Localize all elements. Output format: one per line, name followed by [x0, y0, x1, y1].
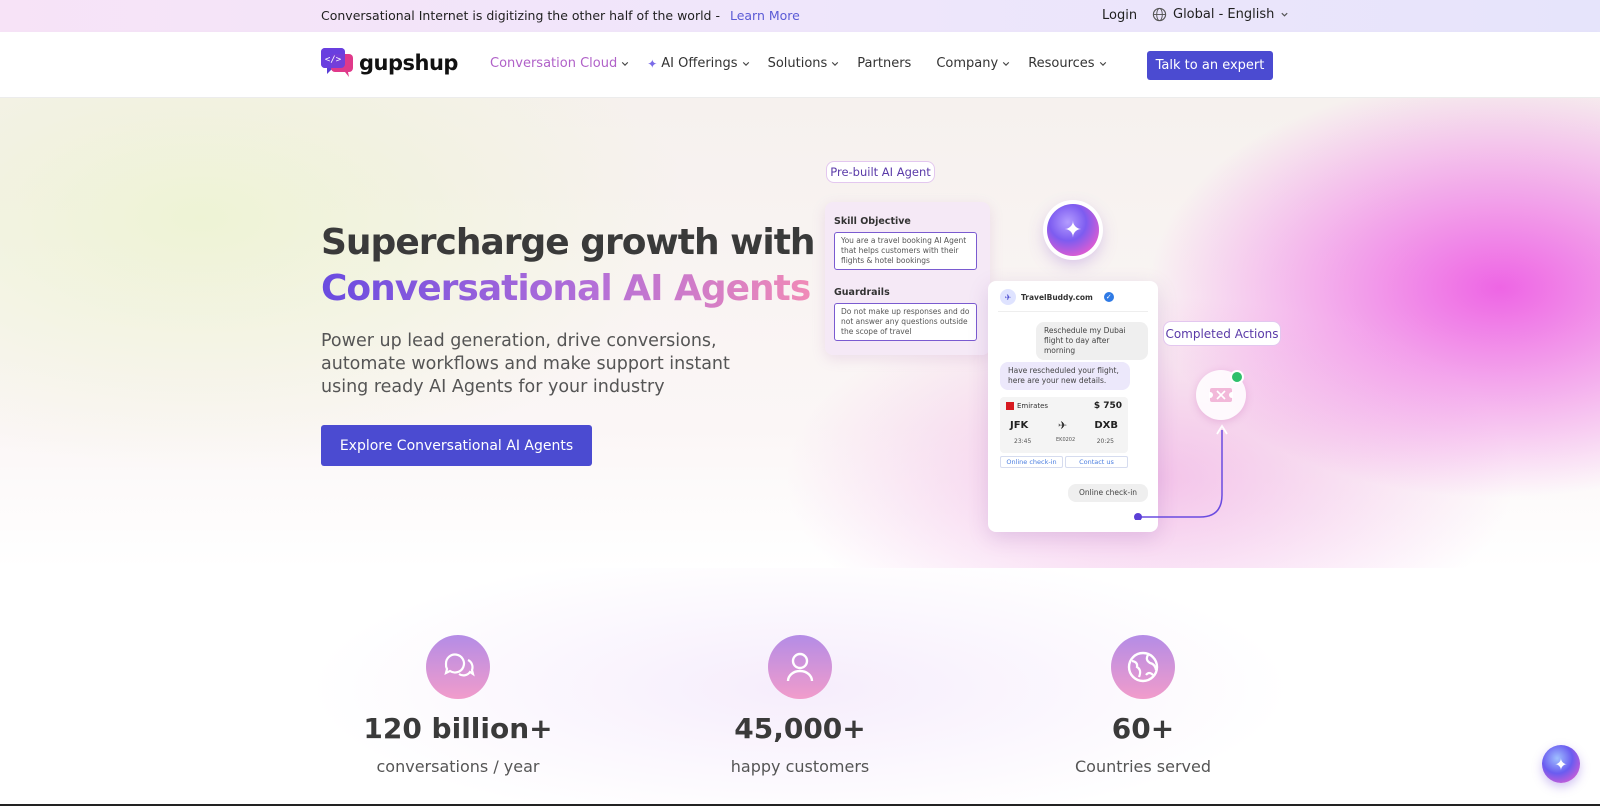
flight-code: EK0202 — [1056, 437, 1076, 443]
airline: Emirates — [1006, 402, 1048, 410]
logo-mark-icon: </> — [321, 48, 353, 77]
hero-title-line1: Supercharge growth with — [321, 222, 816, 263]
hero-subtitle: Power up lead generation, drive conversi… — [321, 331, 730, 397]
sparkle-icon: ✦ — [647, 56, 658, 71]
ticket-icon — [1209, 388, 1233, 402]
chevron-down-icon — [832, 61, 839, 66]
chevron-down-icon — [1099, 61, 1106, 66]
learn-more-link[interactable]: Learn More — [730, 8, 800, 23]
prebuilt-agent-tag: Pre-built AI Agent — [826, 161, 935, 183]
hero-section — [0, 98, 1600, 568]
nav-item-label: Solutions — [767, 56, 828, 71]
flight-card: Emirates $ 750 JFK ✈ DXB 23:45 EK0202 20… — [1000, 397, 1128, 453]
nav-item-label: Conversation Cloud — [490, 56, 618, 71]
bot-message: Have rescheduled your flight, here are y… — [1000, 362, 1130, 390]
action-connector — [1134, 424, 1228, 520]
chevron-down-icon — [742, 61, 749, 66]
ticket-completed-icon — [1196, 370, 1246, 420]
travelbuddy-avatar: ✈ — [1000, 289, 1016, 305]
brand-name: gupshup — [359, 51, 458, 75]
announcement-bar: Conversational Internet is digitizing th… — [0, 0, 1600, 32]
sparkle-icon: ✦ — [1554, 754, 1568, 774]
arrival-time: 20:25 — [1096, 438, 1114, 445]
ai-sparkle-orb-icon: ✦ — [1047, 204, 1099, 256]
globe-icon — [1111, 635, 1175, 699]
skill-objective-label: Skill Objective — [834, 216, 911, 227]
chat-divider — [998, 311, 1148, 312]
airline-name: Emirates — [1017, 402, 1049, 410]
gupshup-logo[interactable]: </> gupshup — [321, 48, 458, 78]
chat-header: ✈ TravelBuddy.com ✓ — [1000, 289, 1114, 305]
stat-label: happy customers — [730, 757, 870, 776]
nav-item-label: Resources — [1028, 56, 1095, 71]
user-message: Reschedule my Dubai flight to day after … — [1036, 322, 1148, 360]
guardrails-label: Guardrails — [834, 287, 890, 298]
chevron-down-icon — [622, 61, 629, 66]
nav-item-ai-offerings[interactable]: ✦ AI Offerings — [647, 56, 749, 71]
origin-code: JFK — [1010, 420, 1029, 431]
svg-text:</>: </> — [325, 55, 342, 65]
main-navigation: </> gupshup Conversation Cloud ✦ AI Offe… — [0, 32, 1600, 98]
nav-item-label: AI Offerings — [661, 56, 738, 71]
announcement-message: Conversational Internet is digitizing th… — [321, 8, 720, 23]
language-selector[interactable]: Global - English — [1152, 7, 1289, 22]
flight-price: $ 750 — [1093, 401, 1122, 411]
verified-badge-icon: ✓ — [1103, 292, 1114, 302]
check-badge-icon — [1230, 370, 1244, 384]
stat-value: 60+ — [1111, 712, 1175, 745]
chevron-down-icon — [1002, 61, 1010, 66]
globe-icon — [1152, 7, 1167, 22]
nav-item-conversation-cloud[interactable]: Conversation Cloud — [490, 56, 629, 71]
stat-value: 45,000+ — [734, 712, 866, 745]
stat-conversations: 120 billion+ conversations / year — [328, 635, 588, 776]
stat-label: conversations / year — [376, 757, 540, 776]
departure-time: 23:45 — [1014, 438, 1032, 445]
nav-item-label: Company — [936, 56, 999, 71]
login-link[interactable]: Login — [1102, 8, 1137, 23]
destination-code: DXB — [1094, 420, 1118, 431]
stat-customers: 45,000+ happy customers — [670, 635, 930, 776]
stat-value: 120 billion+ — [363, 712, 553, 745]
skill-objective-text: You are a travel booking AI Agent that h… — [834, 232, 977, 270]
plane-icon: ✈ — [1058, 419, 1068, 432]
stat-countries: 60+ Countries served — [1013, 635, 1273, 776]
online-checkin-link: Online check-in — [1000, 456, 1063, 468]
completed-actions-tag: Completed Actions — [1163, 321, 1281, 346]
nav-item-company[interactable]: Company — [936, 56, 1010, 71]
announcement-text: Conversational Internet is digitizing th… — [321, 8, 800, 23]
hero-title-line2: Conversational AI Agents — [321, 268, 811, 309]
user-icon — [768, 635, 832, 699]
agent-config-card: Skill Objective You are a travel booking… — [825, 202, 990, 355]
nav-item-resources[interactable]: Resources — [1028, 56, 1106, 71]
chat-bubbles-icon — [426, 635, 490, 699]
stat-label: Countries served — [1074, 757, 1212, 776]
ai-assistant-fab-button[interactable]: ✦ — [1542, 745, 1580, 783]
nav-item-solutions[interactable]: Solutions — [768, 56, 840, 71]
chevron-down-icon — [1281, 12, 1288, 17]
nav-item-partners[interactable]: Partners — [857, 56, 911, 71]
explore-agents-button[interactable]: Explore Conversational AI Agents — [321, 425, 592, 466]
language-label: Global - English — [1173, 7, 1275, 22]
chat-name: TravelBuddy.com — [1021, 292, 1093, 302]
emirates-logo-icon — [1006, 402, 1014, 410]
nav-menu: Conversation Cloud ✦ AI Offerings Soluti… — [490, 56, 1125, 71]
nav-item-label: Partners — [857, 56, 912, 71]
contact-us-link: Contact us — [1065, 456, 1128, 468]
guardrails-text: Do not make up responses and do not answ… — [834, 303, 977, 341]
talk-to-expert-button[interactable]: Talk to an expert — [1147, 51, 1273, 80]
